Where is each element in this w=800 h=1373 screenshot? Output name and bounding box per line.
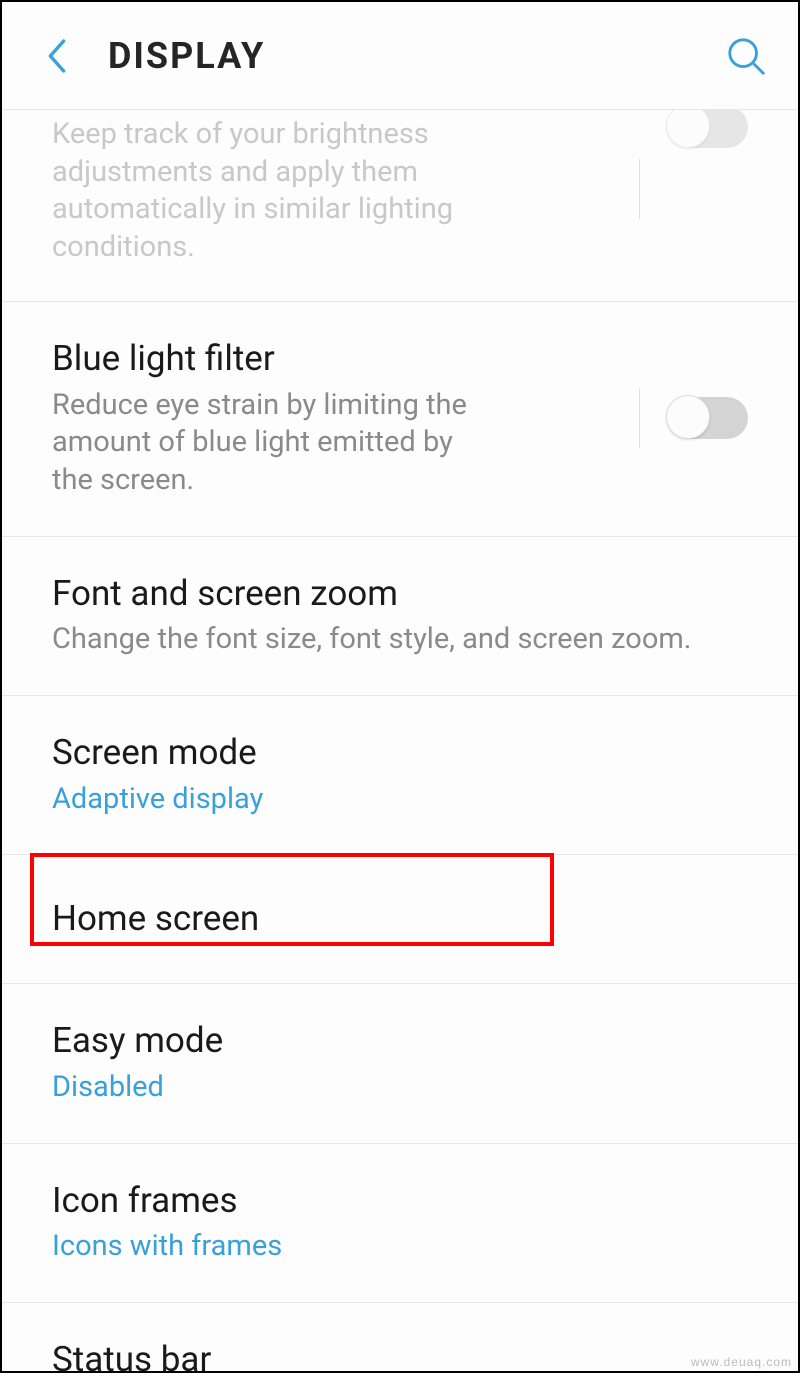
item-value: Disabled xyxy=(52,1069,728,1107)
item-auto-brightness[interactable]: Keep track of your brightness adjustment… xyxy=(2,110,798,302)
toggle-separator xyxy=(639,388,640,448)
toggle-knob xyxy=(666,110,710,148)
item-font-screen-zoom[interactable]: Font and screen zoom Change the font siz… xyxy=(2,537,798,696)
item-title: Status bar xyxy=(52,1338,728,1371)
page-title: DISPLAY xyxy=(108,35,265,77)
app-header: DISPLAY xyxy=(2,2,798,110)
item-desc: Keep track of your brightness adjustment… xyxy=(52,116,552,267)
blue-light-toggle[interactable] xyxy=(668,397,748,439)
item-blue-light-filter[interactable]: Blue light filter Reduce eye strain by l… xyxy=(2,302,798,537)
toggle-separator xyxy=(639,159,640,219)
settings-list: Keep track of your brightness adjustment… xyxy=(2,110,798,1371)
item-title: Home screen xyxy=(52,897,728,941)
item-status-bar[interactable]: Status bar xyxy=(2,1303,798,1371)
item-easy-mode[interactable]: Easy mode Disabled xyxy=(2,984,798,1143)
item-title: Font and screen zoom xyxy=(52,572,728,616)
settings-content: Keep track of your brightness adjustment… xyxy=(2,110,798,1371)
item-screen-mode[interactable]: Screen mode Adaptive display xyxy=(2,696,798,855)
item-title: Easy mode xyxy=(52,1019,728,1063)
watermark: www.deuaq.com xyxy=(691,1355,792,1369)
search-icon[interactable] xyxy=(724,34,768,78)
auto-brightness-toggle[interactable] xyxy=(668,110,748,148)
item-home-screen[interactable]: Home screen xyxy=(2,855,798,984)
item-value: Icons with frames xyxy=(52,1228,728,1266)
back-icon[interactable] xyxy=(46,37,68,75)
toggle-knob xyxy=(666,395,710,439)
item-title: Icon frames xyxy=(52,1179,728,1223)
item-title: Blue light filter xyxy=(52,337,619,381)
item-desc: Reduce eye strain by limiting the amount… xyxy=(52,387,492,500)
screen-frame: DISPLAY Keep track of your brightness ad… xyxy=(0,0,800,1373)
item-value: Adaptive display xyxy=(52,781,728,819)
item-title: Screen mode xyxy=(52,731,728,775)
item-icon-frames[interactable]: Icon frames Icons with frames xyxy=(2,1144,798,1303)
item-desc: Change the font size, font style, and sc… xyxy=(52,621,728,659)
